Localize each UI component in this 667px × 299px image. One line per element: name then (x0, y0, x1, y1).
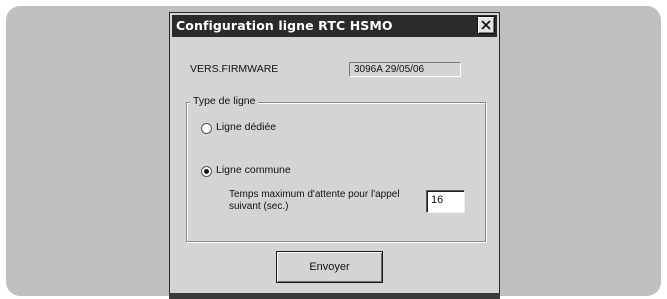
radio-selected-dot (204, 169, 209, 174)
line-type-group-label: Type de ligne (190, 95, 259, 107)
firmware-value-field: 3096A 29/05/06 (349, 62, 461, 77)
radio-dedicated-line[interactable] (201, 123, 212, 134)
title-bar: Configuration ligne RTC HSMO (172, 15, 497, 37)
wait-time-label-line1: Temps maximum d'attente pour l'appel (229, 189, 400, 200)
firmware-label: VERS.FIRMWARE (190, 63, 279, 75)
close-button[interactable] (477, 16, 495, 34)
wait-time-label-line2: suivant (sec.) (229, 201, 289, 212)
dialog-bottom-edge (169, 293, 500, 299)
window-title: Configuration ligne RTC HSMO (176, 18, 393, 33)
wait-time-input[interactable]: 16 (426, 190, 465, 213)
close-icon (481, 20, 491, 30)
radio-shared-line[interactable] (201, 166, 212, 177)
radio-shared-line-label[interactable]: Ligne commune (216, 164, 291, 176)
send-button[interactable]: Envoyer (276, 251, 383, 283)
radio-dedicated-line-label[interactable]: Ligne dédiée (216, 121, 276, 133)
config-dialog: Configuration ligne RTC HSMO VERS.FIRMWA… (169, 12, 500, 294)
